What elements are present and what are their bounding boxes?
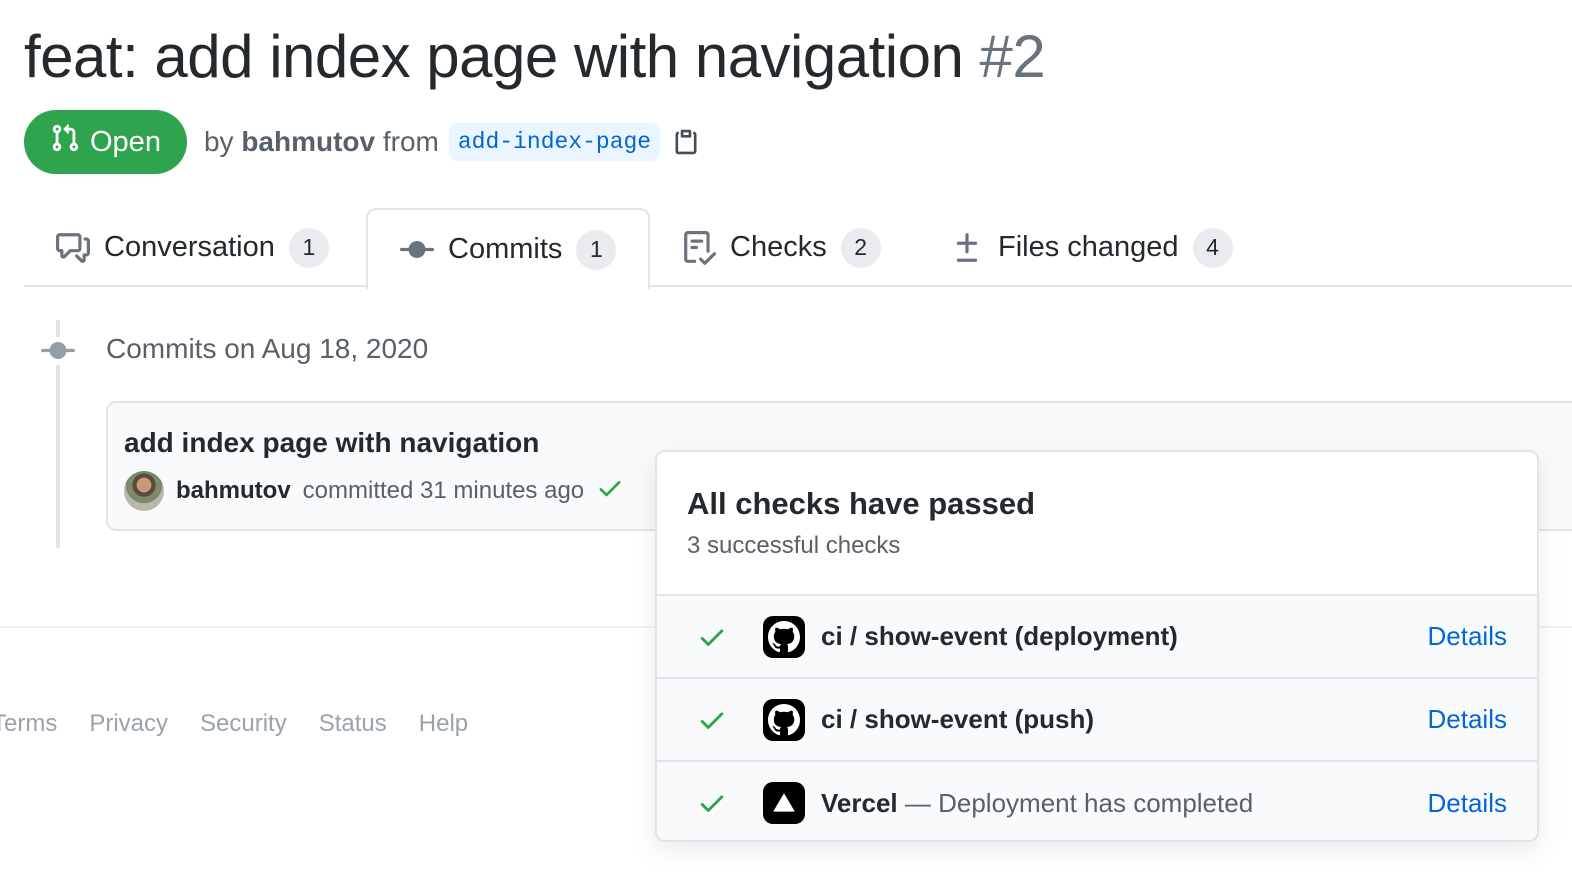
check-description: — Deployment has completed: [904, 788, 1254, 818]
diff-icon: [956, 232, 978, 262]
check-icon: [700, 629, 724, 646]
check-row: ci / show-event (deployment) Details: [657, 596, 1537, 679]
state-badge-open: Open: [24, 110, 187, 174]
commits-date-heading: Commits on Aug 18, 2020: [106, 333, 429, 364]
avatar[interactable]: [124, 471, 164, 511]
details-link[interactable]: Details: [1428, 704, 1507, 735]
commit-title[interactable]: add index page with navigation: [124, 427, 539, 459]
footer-link-privacy[interactable]: Privacy: [89, 710, 168, 738]
check-name: ci / show-event (deployment): [821, 621, 1178, 652]
tab-commits[interactable]: Commits 1: [366, 208, 651, 289]
tab-counter: 4: [1192, 227, 1233, 268]
check-name: Vercel — Deployment has completed: [821, 788, 1253, 819]
checks-summary-subtitle: 3 successful checks: [687, 532, 901, 559]
clipboard-icon: [675, 129, 697, 155]
state-label: Open: [90, 125, 161, 158]
checklist-icon: [684, 230, 716, 265]
head-branch[interactable]: add-index-page: [448, 123, 661, 161]
github-icon: [763, 616, 805, 658]
by-label: by: [203, 126, 234, 157]
check-name: ci / show-event (push): [821, 704, 1094, 735]
check-icon: [700, 712, 724, 729]
github-icon: [763, 699, 805, 741]
check-title: ci / show-event (deployment): [821, 621, 1178, 651]
tab-checks[interactable]: Checks 2: [682, 208, 881, 287]
footer-link-terms[interactable]: Terms: [0, 710, 57, 738]
pr-author[interactable]: bahmutov: [241, 126, 375, 157]
check-icon: [599, 480, 621, 496]
pr-title: feat: add index page with navigation #2: [24, 22, 1046, 91]
git-pull-request-icon: [50, 123, 80, 161]
git-commit-icon: [400, 240, 434, 258]
check-title: Vercel: [821, 788, 898, 818]
tab-label: Files changed: [998, 231, 1179, 263]
footer-link-status[interactable]: Status: [319, 710, 387, 738]
pr-number: #2: [979, 23, 1046, 90]
pr-tabs: Conversation 1 Commits 1 Checks 2 Files …: [24, 208, 1572, 289]
copy-branch-button[interactable]: [672, 126, 700, 158]
pr-title-text: feat: add index page with navigation: [24, 23, 964, 90]
comment-discussion-icon: [56, 232, 90, 263]
check-row: Vercel — Deployment has completed Detail…: [657, 762, 1537, 840]
tab-label: Conversation: [104, 231, 275, 263]
details-link[interactable]: Details: [1428, 621, 1507, 652]
check-row: ci / show-event (push) Details: [657, 679, 1537, 762]
footer-link-security[interactable]: Security: [200, 710, 287, 738]
tab-counter: 1: [576, 229, 617, 270]
commit-author[interactable]: bahmutov: [176, 477, 291, 505]
tab-conversation[interactable]: Conversation 1: [56, 208, 329, 287]
from-label: from: [382, 126, 439, 157]
footer-link-help[interactable]: Help: [419, 710, 468, 738]
check-title: ci / show-event (push): [821, 704, 1095, 734]
checks-summary-title: All checks have passed: [687, 486, 1036, 521]
tab-counter: 2: [840, 227, 881, 268]
tab-files-changed[interactable]: Files changed 4: [950, 208, 1233, 287]
tab-counter: 1: [288, 227, 329, 268]
footer-links: Terms Privacy Security Status Help: [0, 710, 468, 738]
check-icon: [700, 795, 724, 812]
checks-popover-header: All checks have passed 3 successful chec…: [657, 452, 1537, 596]
status-check-button[interactable]: [596, 474, 624, 509]
git-commit-icon: [40, 337, 76, 365]
tab-label: Checks: [730, 231, 827, 263]
pr-author-line: by bahmutov from: [204, 126, 439, 158]
details-link[interactable]: Details: [1428, 788, 1507, 819]
commit-meta: bahmutov committed 31 minutes ago: [124, 471, 624, 511]
pr-meta: Open by bahmutov from add-index-page: [24, 110, 700, 174]
tab-label: Commits: [448, 233, 563, 265]
vercel-icon: [763, 782, 805, 824]
commit-time: committed 31 minutes ago: [302, 477, 585, 504]
checks-popover: All checks have passed 3 successful chec…: [655, 450, 1539, 842]
